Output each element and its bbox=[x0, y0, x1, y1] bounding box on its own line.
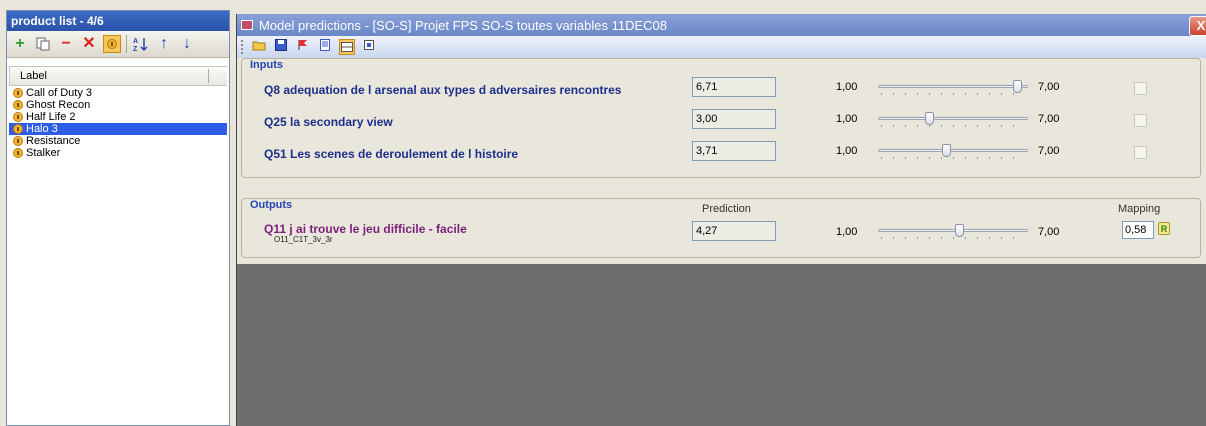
window-title: Model predictions - [SO-S] Projet FPS SO… bbox=[259, 17, 667, 33]
lock-checkbox[interactable] bbox=[1134, 82, 1147, 95]
document-icon[interactable] bbox=[317, 39, 333, 55]
input-slider[interactable] bbox=[878, 111, 1028, 129]
outputs-group: Outputs Prediction Mapping Q11 j ai trou… bbox=[241, 198, 1201, 258]
list-item-label: Stalker bbox=[26, 147, 61, 159]
prediction-value-field[interactable]: 4,27 bbox=[692, 221, 776, 241]
flag-icon[interactable] bbox=[295, 39, 311, 55]
lock-icon bbox=[13, 124, 23, 134]
columns-icon[interactable] bbox=[339, 39, 355, 55]
slider-track bbox=[878, 117, 1028, 120]
input-slider[interactable] bbox=[878, 143, 1028, 161]
add-icon[interactable]: + bbox=[11, 35, 29, 53]
product-list-toolbar: + − ✕ AZ ↑ ↓ bbox=[7, 31, 229, 58]
input-label: Q8 adequation de l arsenal aux types d a… bbox=[264, 83, 622, 97]
list-item[interactable]: Resistance bbox=[9, 135, 227, 147]
lock-icon bbox=[13, 100, 23, 110]
slider-max-label: 7,00 bbox=[1038, 81, 1060, 93]
input-value-field[interactable]: 3,00 bbox=[692, 109, 776, 129]
window-titlebar[interactable]: Model predictions - [SO-S] Projet FPS SO… bbox=[237, 14, 1206, 36]
slider-thumb[interactable] bbox=[925, 112, 935, 125]
close-button[interactable]: X bbox=[1189, 16, 1206, 36]
input-row: Q25 la secondary view 3,00 1,00 7,00 bbox=[242, 109, 1202, 133]
slider-max-label: 7,00 bbox=[1038, 145, 1060, 157]
window-toolbar bbox=[237, 36, 1206, 58]
list-item[interactable]: Call of Duty 3 bbox=[9, 87, 227, 99]
save-icon[interactable] bbox=[273, 39, 289, 55]
mapping-value-field[interactable]: 0,58 bbox=[1122, 221, 1154, 239]
window-app-icon bbox=[241, 20, 253, 30]
product-list: Call of Duty 3 Ghost Recon Half Life 2 H… bbox=[9, 87, 227, 159]
slider-min-label: 1,00 bbox=[836, 145, 858, 157]
model-predictions-window: Model predictions - [SO-S] Projet FPS SO… bbox=[236, 14, 1206, 426]
product-list-title: product list - 4/6 bbox=[7, 11, 229, 31]
delete-icon[interactable]: ✕ bbox=[80, 35, 98, 53]
inputs-group: Inputs Q8 adequation de l arsenal aux ty… bbox=[241, 58, 1201, 178]
prediction-header: Prediction bbox=[702, 203, 751, 215]
lock-checkbox[interactable] bbox=[1134, 146, 1147, 159]
lock-icon bbox=[13, 112, 23, 122]
sort-icon[interactable]: AZ bbox=[132, 35, 150, 53]
settings-icon[interactable] bbox=[361, 39, 377, 55]
slider-ticks bbox=[881, 237, 1025, 239]
output-sublabel: O11_C1T_3v_3r bbox=[274, 235, 333, 244]
lock-icon bbox=[13, 88, 23, 98]
slider-min-label: 1,00 bbox=[836, 113, 858, 125]
open-folder-icon[interactable] bbox=[251, 39, 267, 55]
output-label: Q11 j ai trouve le jeu difficile - facil… bbox=[264, 222, 467, 236]
input-value-field[interactable]: 3,71 bbox=[692, 141, 776, 161]
input-slider[interactable] bbox=[878, 79, 1028, 97]
lock-icon bbox=[13, 136, 23, 146]
list-item[interactable]: Half Life 2 bbox=[9, 111, 227, 123]
list-item-label: Halo 3 bbox=[26, 123, 58, 135]
slider-min-label: 1,00 bbox=[836, 81, 858, 93]
slider-max-label: 7,00 bbox=[1038, 113, 1060, 125]
lock-glyph-icon bbox=[107, 39, 117, 49]
remove-icon[interactable]: − bbox=[57, 35, 75, 53]
product-list-panel: product list - 4/6 + − ✕ AZ ↑ ↓ Label Ca… bbox=[6, 10, 230, 426]
toolbar-separator bbox=[126, 35, 127, 53]
inputs-title: Inputs bbox=[250, 59, 283, 71]
slider-thumb[interactable] bbox=[942, 144, 952, 157]
copy-icon[interactable] bbox=[34, 35, 52, 53]
lock-checkbox[interactable] bbox=[1134, 114, 1147, 127]
slider-track bbox=[878, 229, 1028, 232]
input-value-field[interactable]: 6,71 bbox=[692, 77, 776, 97]
output-row: Q11 j ai trouve le jeu difficile - facil… bbox=[242, 219, 1202, 253]
slider-ticks bbox=[881, 125, 1025, 127]
slider-min-label: 1,00 bbox=[836, 226, 858, 238]
svg-text:Z: Z bbox=[133, 46, 138, 52]
column-header-label[interactable]: Label bbox=[9, 66, 227, 86]
list-item-label: Call of Duty 3 bbox=[26, 87, 93, 99]
slider-max-label: 7,00 bbox=[1038, 226, 1060, 238]
slider-track bbox=[878, 149, 1028, 152]
predictions-content: Inputs Q8 adequation de l arsenal aux ty… bbox=[237, 58, 1206, 264]
mapping-header: Mapping bbox=[1118, 203, 1161, 215]
slider-thumb[interactable] bbox=[955, 224, 965, 237]
output-slider[interactable] bbox=[878, 223, 1028, 241]
list-item-label: Half Life 2 bbox=[26, 111, 76, 123]
move-down-icon[interactable]: ↓ bbox=[178, 35, 196, 53]
slider-ticks bbox=[881, 93, 1025, 95]
outputs-title: Outputs bbox=[250, 199, 293, 211]
toolbar-grip bbox=[241, 40, 245, 54]
list-item-label: Ghost Recon bbox=[26, 99, 91, 111]
lock-icon[interactable] bbox=[103, 35, 121, 53]
input-label: Q51 Les scenes de deroulement de l histo… bbox=[264, 147, 519, 161]
slider-track bbox=[878, 85, 1028, 88]
list-item[interactable]: Halo 3 bbox=[9, 123, 227, 135]
input-label: Q25 la secondary view bbox=[264, 115, 393, 129]
move-up-icon[interactable]: ↑ bbox=[155, 35, 173, 53]
list-item[interactable]: Ghost Recon bbox=[9, 99, 227, 111]
top-strip bbox=[0, 0, 1206, 8]
list-item-label: Resistance bbox=[26, 135, 81, 147]
lock-icon bbox=[13, 148, 23, 158]
input-row: Q8 adequation de l arsenal aux types d a… bbox=[242, 77, 1202, 101]
slider-ticks bbox=[881, 157, 1025, 159]
input-row: Q51 Les scenes de deroulement de l histo… bbox=[242, 141, 1202, 165]
mapping-r-icon[interactable]: R bbox=[1158, 222, 1170, 235]
list-item[interactable]: Stalker bbox=[9, 147, 227, 159]
slider-thumb[interactable] bbox=[1013, 80, 1023, 93]
svg-text:A: A bbox=[133, 38, 138, 45]
